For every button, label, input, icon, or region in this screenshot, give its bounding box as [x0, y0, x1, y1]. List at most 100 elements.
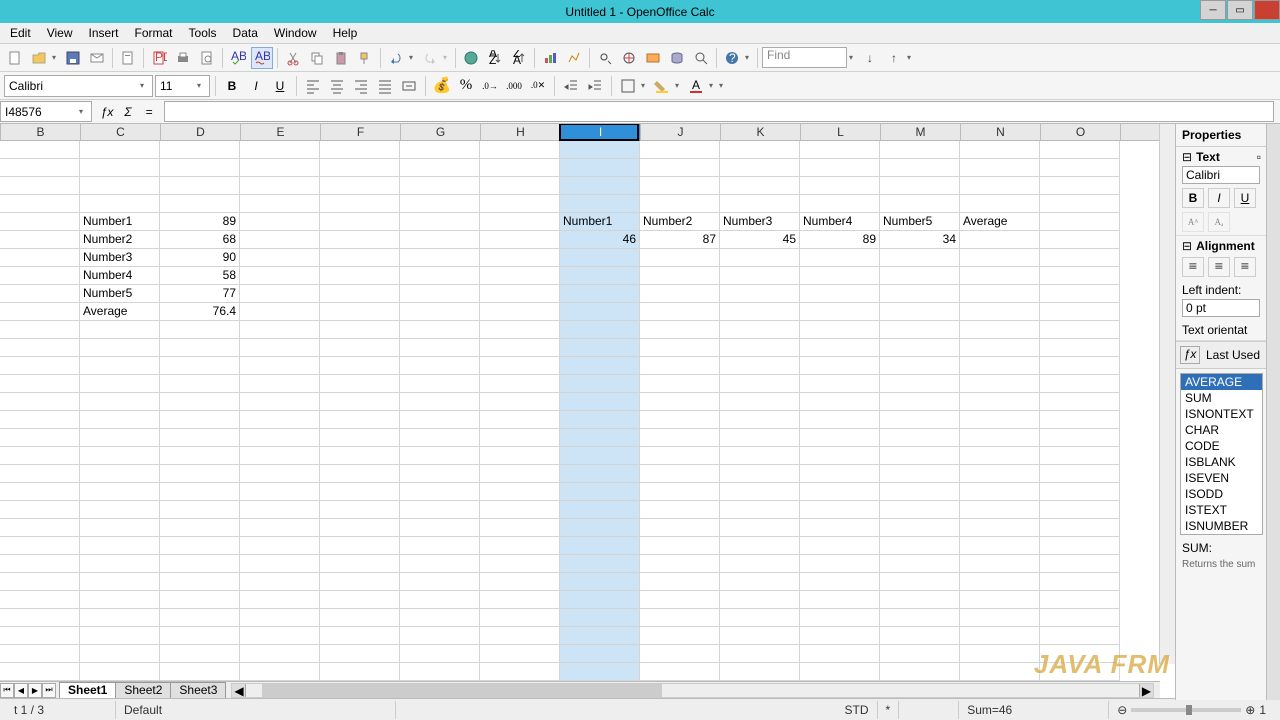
- sort-asc-icon[interactable]: AZ: [484, 47, 506, 69]
- print-icon[interactable]: [172, 47, 194, 69]
- cell[interactable]: [240, 267, 320, 285]
- cell[interactable]: [1040, 321, 1120, 339]
- hyperlink-icon[interactable]: [460, 47, 482, 69]
- cell[interactable]: [240, 591, 320, 609]
- cell[interactable]: [480, 285, 560, 303]
- cell[interactable]: [320, 591, 400, 609]
- tab-sheet1[interactable]: Sheet1: [59, 682, 116, 698]
- cell[interactable]: [640, 645, 720, 663]
- zoom-in-icon[interactable]: ⊕: [1245, 701, 1255, 719]
- cell[interactable]: [880, 159, 960, 177]
- cell[interactable]: [800, 267, 880, 285]
- cell[interactable]: [320, 501, 400, 519]
- cell[interactable]: [400, 555, 480, 573]
- currency-icon[interactable]: 💰: [431, 75, 453, 97]
- cell[interactable]: [80, 573, 160, 591]
- cell[interactable]: [560, 285, 640, 303]
- cell[interactable]: [480, 519, 560, 537]
- close-button[interactable]: [1254, 0, 1280, 20]
- cell[interactable]: [960, 465, 1040, 483]
- cell[interactable]: [560, 375, 640, 393]
- cell[interactable]: [240, 303, 320, 321]
- cell[interactable]: [0, 627, 80, 645]
- cell[interactable]: [880, 177, 960, 195]
- cell[interactable]: [160, 537, 240, 555]
- chart-icon[interactable]: [539, 47, 561, 69]
- cell[interactable]: [880, 429, 960, 447]
- font-size-input[interactable]: 11▾: [155, 75, 210, 97]
- bgcolor-icon[interactable]: [651, 75, 673, 97]
- cell[interactable]: [240, 159, 320, 177]
- cell[interactable]: [400, 303, 480, 321]
- cell[interactable]: 77: [160, 285, 240, 303]
- cell[interactable]: [480, 375, 560, 393]
- cell[interactable]: 45: [720, 231, 800, 249]
- cell[interactable]: [0, 339, 80, 357]
- horizontal-scrollbar[interactable]: ◀▶: [231, 683, 1154, 698]
- undo-icon[interactable]: [385, 47, 407, 69]
- col-header-D[interactable]: D: [161, 124, 241, 141]
- func-item[interactable]: AVERAGE: [1181, 374, 1262, 390]
- cell[interactable]: [400, 483, 480, 501]
- cell[interactable]: [960, 519, 1040, 537]
- paste-icon[interactable]: [330, 47, 352, 69]
- cell[interactable]: [960, 429, 1040, 447]
- cell[interactable]: [960, 375, 1040, 393]
- cell[interactable]: [0, 645, 80, 663]
- cell[interactable]: [960, 393, 1040, 411]
- cell[interactable]: [0, 249, 80, 267]
- cell[interactable]: [1040, 393, 1120, 411]
- cell[interactable]: [720, 465, 800, 483]
- cell[interactable]: 34: [880, 231, 960, 249]
- cell[interactable]: [480, 609, 560, 627]
- cell[interactable]: [960, 447, 1040, 465]
- sidebar-bold-button[interactable]: B: [1182, 188, 1204, 208]
- cell[interactable]: [320, 249, 400, 267]
- cell[interactable]: [720, 339, 800, 357]
- cell[interactable]: [880, 483, 960, 501]
- cell[interactable]: [880, 339, 960, 357]
- sort-desc-icon[interactable]: ZA: [508, 47, 530, 69]
- add-decimal-icon[interactable]: .0→: [479, 75, 501, 97]
- cell[interactable]: [560, 591, 640, 609]
- cell[interactable]: [560, 573, 640, 591]
- cell[interactable]: [400, 465, 480, 483]
- cell[interactable]: [960, 159, 1040, 177]
- preview-icon[interactable]: [196, 47, 218, 69]
- cell[interactable]: 90: [160, 249, 240, 267]
- cell[interactable]: [320, 429, 400, 447]
- cell[interactable]: [0, 285, 80, 303]
- cell[interactable]: [160, 483, 240, 501]
- number-fmt-icon[interactable]: .000: [503, 75, 525, 97]
- cell[interactable]: [0, 663, 80, 681]
- cell[interactable]: [240, 429, 320, 447]
- cell[interactable]: [400, 429, 480, 447]
- maximize-button[interactable]: ▭: [1227, 0, 1253, 20]
- menu-edit[interactable]: Edit: [2, 24, 39, 42]
- cell[interactable]: [320, 159, 400, 177]
- cell[interactable]: [1040, 195, 1120, 213]
- cell[interactable]: [80, 339, 160, 357]
- cell[interactable]: [560, 159, 640, 177]
- cell[interactable]: [480, 555, 560, 573]
- cell[interactable]: [400, 447, 480, 465]
- sidebar-italic-button[interactable]: I: [1208, 188, 1230, 208]
- cell[interactable]: [480, 231, 560, 249]
- cell[interactable]: [320, 303, 400, 321]
- cell[interactable]: [480, 267, 560, 285]
- next-sheet-button[interactable]: ▶: [28, 683, 42, 698]
- cell[interactable]: [480, 195, 560, 213]
- cell[interactable]: [480, 591, 560, 609]
- cell[interactable]: [0, 537, 80, 555]
- cell[interactable]: [640, 285, 720, 303]
- cell[interactable]: [720, 249, 800, 267]
- fx-icon[interactable]: ƒx: [1180, 346, 1200, 364]
- cell[interactable]: [1040, 483, 1120, 501]
- cell[interactable]: [800, 591, 880, 609]
- cell[interactable]: [720, 483, 800, 501]
- cell[interactable]: [240, 375, 320, 393]
- cell[interactable]: [240, 321, 320, 339]
- sidebar-align-left-icon[interactable]: ≡: [1182, 257, 1204, 277]
- cell[interactable]: [800, 321, 880, 339]
- cell[interactable]: [240, 177, 320, 195]
